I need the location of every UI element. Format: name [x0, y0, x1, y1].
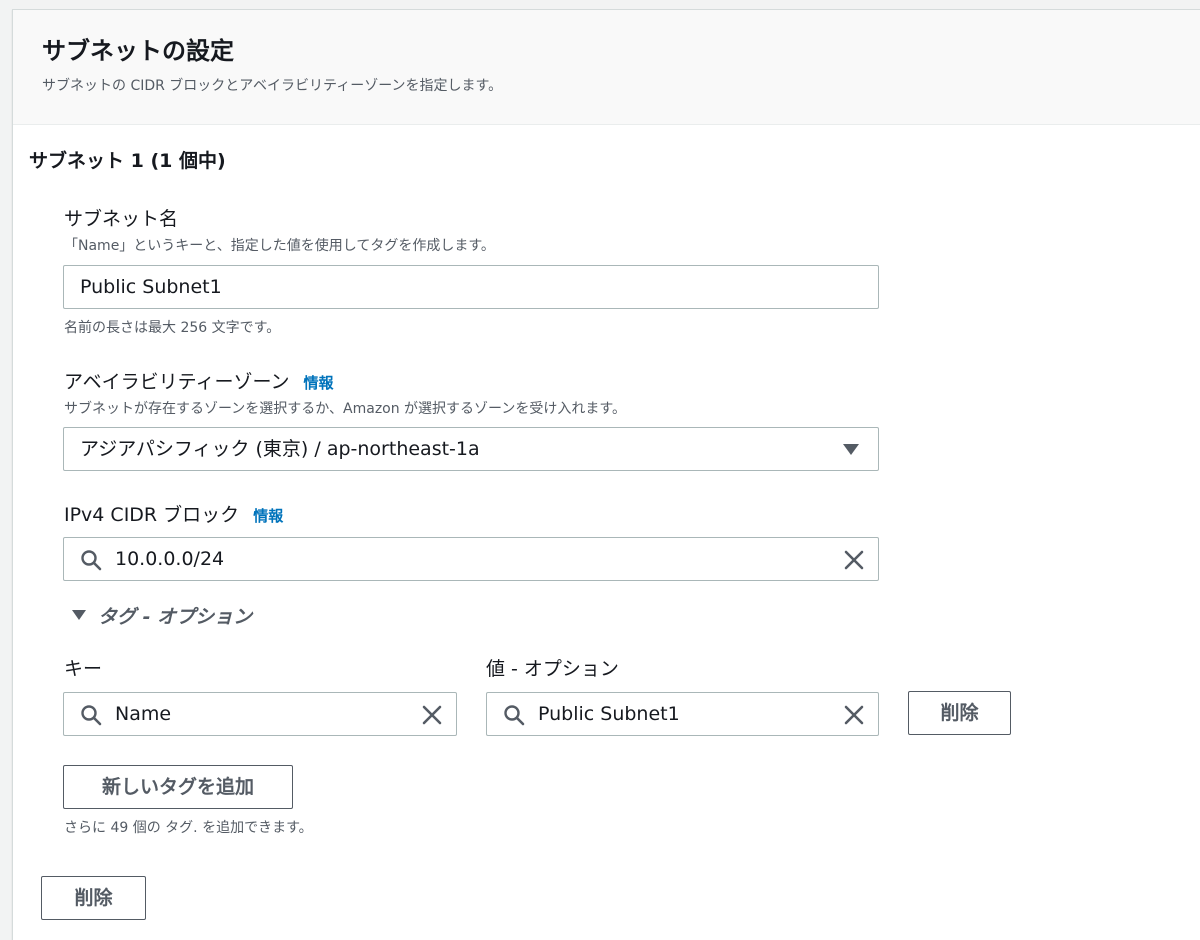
- cidr-value: 10.0.0.0/24: [115, 548, 225, 570]
- az-selected-value: アジアパシフィック (東京) / ap-northeast-1a: [80, 438, 480, 460]
- search-icon: [81, 550, 102, 571]
- tags-toggle-label: タグ - オプション: [98, 606, 253, 628]
- close-icon[interactable]: [844, 550, 864, 570]
- az-description: サブネットが存在するゾーンを選択するか、Amazon が選択するゾーンを受け入れ…: [64, 401, 626, 417]
- caret-down-icon: [72, 610, 86, 620]
- subnet-name-label: サブネット名: [64, 208, 179, 230]
- panel-description: サブネットの CIDR ブロックとアベイラビリティーゾーンを指定します。: [42, 78, 503, 94]
- tag-key-input[interactable]: Name: [63, 692, 457, 736]
- caret-down-icon: [843, 444, 859, 455]
- tag-value-input[interactable]: Public Subnet1: [486, 692, 879, 736]
- close-icon[interactable]: [422, 705, 442, 725]
- panel-header: サブネットの設定 サブネットの CIDR ブロックとアベイラビリティーゾーンを指…: [13, 10, 1200, 125]
- subnet-name-description: 「Name」というキーと、指定した値を使用してタグを作成します。: [64, 238, 495, 254]
- subnet-heading: サブネット 1 (1 個中): [29, 150, 226, 172]
- subnet-name-constraint: 名前の長さは最大 256 文字です。: [64, 320, 281, 336]
- cidr-input[interactable]: 10.0.0.0/24: [63, 537, 879, 581]
- cidr-label-row: IPv4 CIDR ブロック 情報: [64, 502, 283, 529]
- search-icon: [504, 705, 525, 726]
- tag-key-header: キー: [64, 658, 103, 680]
- remove-subnet-button[interactable]: 削除: [41, 876, 146, 920]
- remaining-tags-note: さらに 49 個の タグ. を追加できます。: [64, 820, 313, 836]
- cidr-info-link[interactable]: 情報: [253, 507, 283, 525]
- add-tag-button[interactable]: 新しいタグを追加: [63, 765, 293, 809]
- remove-tag-button[interactable]: 削除: [908, 691, 1011, 735]
- search-icon: [81, 705, 102, 726]
- tags-expand-toggle[interactable]: タグ - オプション: [72, 604, 252, 630]
- subnet-name-value: Public Subnet1: [80, 276, 222, 298]
- tag-key-value: Name: [115, 703, 172, 725]
- az-label: アベイラビリティーゾーン: [64, 371, 290, 393]
- tag-value-value: Public Subnet1: [538, 703, 680, 725]
- az-select[interactable]: アジアパシフィック (東京) / ap-northeast-1a: [63, 427, 879, 471]
- subnet-name-input[interactable]: Public Subnet1: [63, 265, 879, 309]
- az-info-link[interactable]: 情報: [304, 374, 334, 392]
- az-label-row: アベイラビリティーゾーン 情報: [64, 369, 334, 396]
- tag-value-header: 値 - オプション: [486, 658, 619, 680]
- close-icon[interactable]: [844, 705, 864, 725]
- panel-title: サブネットの設定: [42, 37, 234, 65]
- cidr-label: IPv4 CIDR ブロック: [64, 504, 240, 526]
